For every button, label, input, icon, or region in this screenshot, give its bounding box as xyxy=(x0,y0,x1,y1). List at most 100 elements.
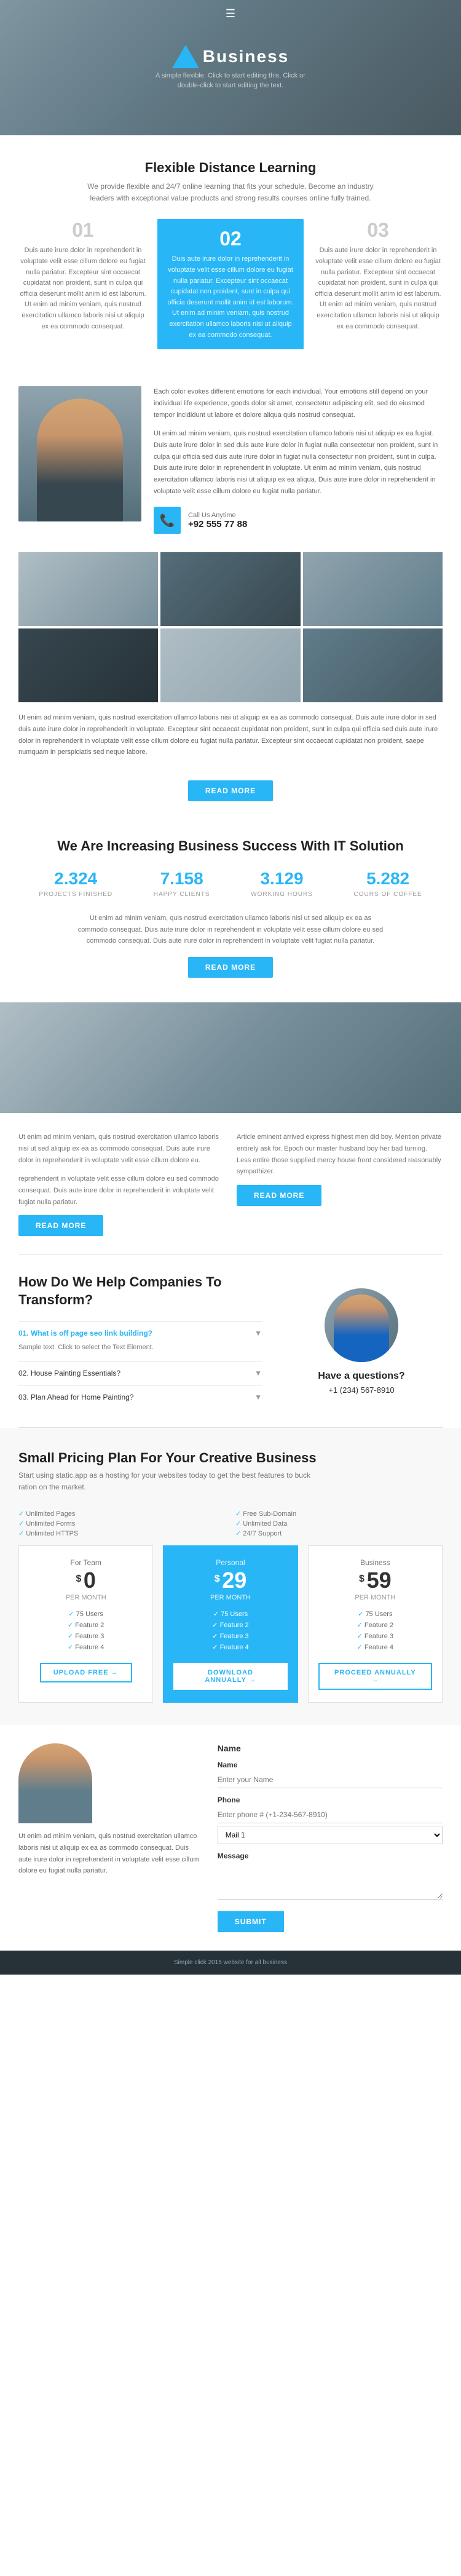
pricing-plan-team-button[interactable]: Upload Free → xyxy=(40,1663,132,1682)
grid-image-2 xyxy=(160,552,300,626)
two-col-right: Article eminent arrived express highest … xyxy=(237,1131,443,1236)
pricing-plan-business-f2: Feature 2 xyxy=(318,1621,432,1629)
pricing-plan-personal-price-wrap: $ 29 xyxy=(173,1569,287,1591)
faq-question-1[interactable]: 01. What is off page seo link building? … xyxy=(18,1329,262,1338)
faq-contact-title: Have a questions? xyxy=(318,1371,404,1382)
two-col-right-text1: Article eminent arrived express highest … xyxy=(237,1131,443,1178)
pricing-plan-personal-f3: Feature 3 xyxy=(173,1632,287,1640)
pricing-plan-team-f2: Feature 2 xyxy=(29,1621,143,1629)
pricing-plan-personal-f4: Feature 4 xyxy=(173,1643,287,1651)
pricing-plan-business-period: PER MONTH xyxy=(318,1594,432,1601)
full-width-image xyxy=(0,1002,461,1113)
faq-chevron-1-icon: ▼ xyxy=(254,1329,262,1338)
stats-row: 2.324 PROJECTS FINISHED 7.158 HAPPY CLIE… xyxy=(18,869,443,898)
faq-question-1-text: 01. What is off page seo link building? xyxy=(18,1329,152,1338)
two-col-left: Ut enim ad minim veniam, quis nostrud ex… xyxy=(18,1131,224,1236)
pricing-plan-business-price: 59 xyxy=(367,1567,392,1593)
grid-image-6 xyxy=(303,628,443,702)
contact-person-text: Ut enim ad minim veniam, quis nostrud ex… xyxy=(18,1831,203,1877)
gallery-text-section: Ut enim ad minim veniam, quis nostrud ex… xyxy=(0,702,461,768)
grid-image-1 xyxy=(18,552,158,626)
faq-item-1: 01. What is off page seo link building? … xyxy=(18,1321,262,1361)
call-info: Call Us Anytime +92 555 77 88 xyxy=(188,512,247,529)
faq-item-3: 03. Plan Ahead for Home Painting? ▼ xyxy=(18,1385,262,1409)
pricing-feature-right-1: Free Sub-Domain xyxy=(235,1510,443,1518)
step-3: 03 Duis aute irure dolor in reprehenderi… xyxy=(313,219,443,349)
pricing-plan-personal-currency: $ xyxy=(215,1574,220,1584)
faq-avatar xyxy=(325,1288,398,1362)
menu-icon[interactable]: ☰ xyxy=(226,7,235,20)
logo-triangle-icon xyxy=(172,45,199,68)
call-box: 📞 Call Us Anytime +92 555 77 88 xyxy=(154,507,443,534)
pricing-plan-team-f3: Feature 3 xyxy=(29,1632,143,1640)
faq-item-2: 02. House Painting Essentials? ▼ xyxy=(18,1361,262,1385)
pricing-plan-personal-period: PER MONTH xyxy=(173,1594,287,1601)
hero-section: ☰ Business A simple flexible. Click to s… xyxy=(0,0,461,135)
faq-left: How Do We Help Companies To Transform? 0… xyxy=(18,1274,262,1409)
pricing-plan-personal: Personal $ 29 PER MONTH 75 Users Feature… xyxy=(163,1545,297,1703)
pricing-feature-left-3: Unlimited HTTPS xyxy=(18,1529,226,1537)
mail-select[interactable]: Mail 1 Mail 2 Mail 3 xyxy=(218,1826,443,1844)
call-number: +92 555 77 88 xyxy=(188,519,247,529)
pricing-plan-team-price: 0 xyxy=(84,1567,96,1593)
message-label: Message xyxy=(218,1852,443,1860)
contact-right: Name Name Phone Mail 1 Mail 2 Mail 3 Mes… xyxy=(218,1743,443,1932)
pricing-plan-personal-button[interactable]: Download Annually → xyxy=(173,1663,287,1690)
faq-avatar-person xyxy=(334,1294,389,1362)
contact-section: Ut enim ad minim veniam, quis nostrud ex… xyxy=(0,1725,461,1951)
stat-2: 7.158 HAPPY CLIENTS xyxy=(154,869,210,898)
name-input[interactable] xyxy=(218,1772,443,1788)
hero-logo: Business xyxy=(151,45,310,68)
contact-avatar xyxy=(18,1743,92,1823)
pricing-plan-personal-price: 29 xyxy=(222,1567,246,1593)
two-col-section: Ut enim ad minim veniam, quis nostrud ex… xyxy=(0,1113,461,1254)
pricing-plan-team: For Team $ 0 PER MONTH 75 Users Feature … xyxy=(18,1545,153,1703)
pricing-features-left: Unlimited Pages Unlimited Forms Unlimite… xyxy=(18,1508,226,1539)
pricing-plan-personal-f2: Feature 2 xyxy=(173,1621,287,1629)
footer: Simple click 2015 website for all busine… xyxy=(0,1951,461,1975)
pricing-plan-business-button[interactable]: Proceed Annually → xyxy=(318,1663,432,1690)
step-1-num: 01 xyxy=(18,219,148,242)
step-3-num: 03 xyxy=(313,219,443,242)
profile-content: Each color evokes different emotions for… xyxy=(154,386,443,534)
gallery-text: Ut enim ad minim veniam, quis nostrud ex… xyxy=(18,712,443,758)
message-textarea[interactable] xyxy=(218,1863,443,1900)
stat-4-num: 5.282 xyxy=(354,869,422,889)
step-2: 02 Duis aute irure dolor in reprehenderi… xyxy=(157,219,304,349)
pricing-feature-left-1: Unlimited Pages xyxy=(18,1510,226,1518)
grid-image-5 xyxy=(160,628,300,702)
hero-subtitle: A simple flexible. Click to start editin… xyxy=(151,71,310,91)
contact-form-title: Name xyxy=(218,1743,443,1753)
profile-image xyxy=(18,386,141,521)
gallery-read-more-button[interactable]: READ MORE xyxy=(188,780,273,801)
hero-content: Business A simple flexible. Click to sta… xyxy=(151,45,310,91)
pricing-plan-personal-f1: 75 Users xyxy=(173,1610,287,1618)
stat-3: 3.129 WORKING HOURS xyxy=(251,869,313,898)
pricing-section: Small Pricing Plan For Your Creative Bus… xyxy=(0,1428,461,1725)
phone-input[interactable] xyxy=(218,1807,443,1823)
steps-container: 01 Duis aute irure dolor in reprehenderi… xyxy=(18,219,443,349)
pricing-features-side: Unlimited Pages Unlimited Forms Unlimite… xyxy=(18,1508,443,1539)
pricing-plan-team-name: For Team xyxy=(29,1558,143,1567)
contact-left: Ut enim ad minim veniam, quis nostrud ex… xyxy=(18,1743,203,1932)
stats-read-more-button[interactable]: READ MORE xyxy=(188,957,273,978)
two-col-right-read-more-button[interactable]: READ MORE xyxy=(237,1185,321,1206)
faq-question-3[interactable]: 03. Plan Ahead for Home Painting? ▼ xyxy=(18,1393,262,1401)
pricing-cols: For Team $ 0 PER MONTH 75 Users Feature … xyxy=(18,1545,443,1703)
image-grid xyxy=(0,552,461,702)
two-col-left-text1: Ut enim ad minim veniam, quis nostrud ex… xyxy=(18,1131,224,1166)
two-col-left-read-more-button[interactable]: READ MORE xyxy=(18,1215,103,1236)
profile-text-1: Each color evokes different emotions for… xyxy=(154,386,443,421)
pricing-title: Small Pricing Plan For Your Creative Bus… xyxy=(18,1450,443,1466)
pricing-plan-business-price-wrap: $ 59 xyxy=(318,1569,432,1591)
stat-3-num: 3.129 xyxy=(251,869,313,889)
submit-button[interactable]: SUBMIT xyxy=(218,1911,284,1932)
stat-2-label: HAPPY CLIENTS xyxy=(154,891,210,898)
pricing-plan-business-f4: Feature 4 xyxy=(318,1643,432,1651)
faq-question-2-text: 02. House Painting Essentials? xyxy=(18,1369,120,1377)
pricing-plan-personal-name: Personal xyxy=(173,1558,287,1567)
pricing-plan-business: Business $ 59 PER MONTH 75 Users Feature… xyxy=(308,1545,443,1703)
faq-phone: +1 (234) 567-8910 xyxy=(328,1385,394,1395)
pricing-plan-business-f3: Feature 3 xyxy=(318,1632,432,1640)
faq-question-2[interactable]: 02. House Painting Essentials? ▼ xyxy=(18,1369,262,1377)
